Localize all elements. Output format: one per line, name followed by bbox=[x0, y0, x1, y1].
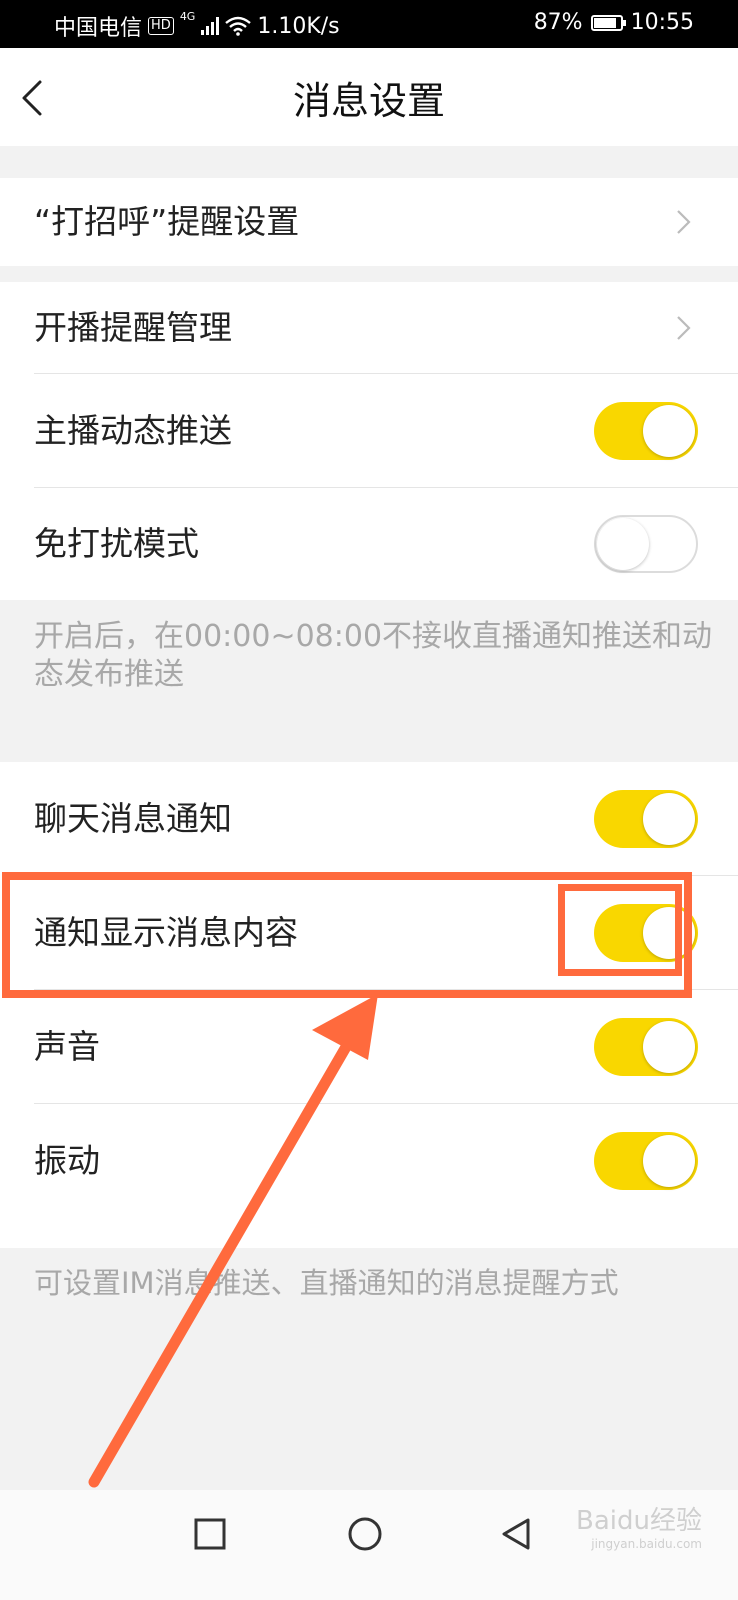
vibrate-row: 振动 bbox=[0, 1104, 738, 1218]
signal-icon bbox=[201, 17, 220, 35]
greeting-settings-row[interactable]: “打招呼”提醒设置 bbox=[0, 178, 738, 266]
hd-icon: HD bbox=[148, 17, 174, 35]
annotation-toggle-box bbox=[558, 884, 682, 976]
greeting-settings-label: “打招呼”提醒设置 bbox=[34, 202, 300, 241]
vibrate-label: 振动 bbox=[34, 1141, 100, 1180]
battery-icon bbox=[590, 14, 626, 31]
vibrate-toggle[interactable] bbox=[594, 1132, 698, 1190]
chat-notify-label: 聊天消息通知 bbox=[34, 799, 232, 838]
sound-row: 声音 bbox=[0, 990, 738, 1104]
clock: 10:55 bbox=[630, 10, 694, 35]
watermark: Baidu经验 jingyan.baidu.com bbox=[576, 1500, 702, 1551]
triangle-back-icon[interactable] bbox=[498, 1514, 538, 1554]
chevron-right-icon bbox=[677, 210, 691, 234]
status-left: 中国电信 HD 4G 1.10K/s bbox=[54, 10, 340, 42]
wifi-icon bbox=[225, 16, 252, 36]
sound-toggle[interactable] bbox=[594, 1018, 698, 1076]
network-type: 4G bbox=[179, 10, 196, 23]
chat-settings-group: 聊天消息通知 通知显示消息内容 声音 振动 bbox=[0, 762, 738, 1248]
dnd-toggle[interactable] bbox=[594, 515, 698, 573]
dnd-label: 免打扰模式 bbox=[34, 524, 199, 563]
status-bar: 中国电信 HD 4G 1.10K/s 87% 10:55 bbox=[0, 0, 738, 48]
page-title: 消息设置 bbox=[292, 79, 445, 123]
anchor-push-label: 主播动态推送 bbox=[34, 411, 232, 450]
greeting-settings-group: “打招呼”提醒设置 bbox=[0, 178, 738, 266]
network-speed: 1.10K/s bbox=[257, 13, 340, 39]
circle-icon[interactable] bbox=[345, 1514, 385, 1554]
sound-label: 声音 bbox=[34, 1027, 100, 1066]
square-icon[interactable] bbox=[190, 1514, 230, 1554]
toggle-knob bbox=[643, 405, 695, 457]
toggle-knob bbox=[597, 518, 649, 570]
chat-notify-toggle[interactable] bbox=[594, 790, 698, 848]
toggle-knob bbox=[643, 793, 695, 845]
watermark-sub: jingyan.baidu.com bbox=[591, 1537, 702, 1551]
anchor-push-row: 主播动态推送 bbox=[0, 374, 738, 488]
chevron-right-icon bbox=[677, 316, 691, 340]
toggle-knob bbox=[643, 1021, 695, 1073]
bottom-hint: 可设置IM消息推送、直播通知的消息提醒方式 bbox=[34, 1266, 619, 1300]
battery-percent: 87% bbox=[533, 10, 583, 35]
chat-notify-row: 聊天消息通知 bbox=[0, 762, 738, 876]
live-settings-group: 开播提醒管理 主播动态推送 免打扰模式 bbox=[0, 282, 738, 600]
carrier-name: 中国电信 bbox=[54, 16, 143, 41]
status-right: 87% 10:55 bbox=[534, 10, 694, 35]
dnd-row: 免打扰模式 bbox=[0, 488, 738, 600]
live-manage-label: 开播提醒管理 bbox=[34, 308, 232, 347]
dnd-hint: 开启后，在00:00~08:00不接收直播通知推送和动态发布推送 bbox=[34, 619, 713, 692]
anchor-push-toggle[interactable] bbox=[594, 402, 698, 460]
watermark-logo: Baidu经验 bbox=[576, 1506, 702, 1536]
app-header: 消息设置 bbox=[0, 48, 738, 146]
toggle-knob bbox=[643, 1135, 695, 1187]
live-manage-row[interactable]: 开播提醒管理 bbox=[0, 282, 738, 374]
